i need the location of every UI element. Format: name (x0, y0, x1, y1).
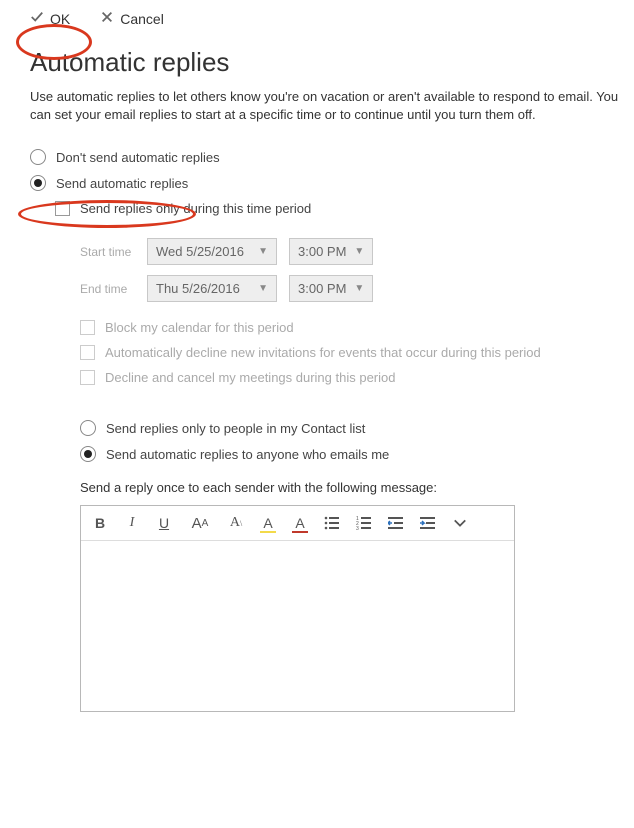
bold-icon[interactable]: B (91, 514, 109, 532)
radio-icon (30, 149, 46, 165)
radio-dont-send-label: Don't send automatic replies (56, 150, 220, 165)
checkbox-time-period[interactable]: Send replies only during this time perio… (55, 201, 634, 216)
checkbox-time-period-label: Send replies only during this time perio… (80, 201, 311, 216)
start-date-value: Wed 5/25/2016 (156, 244, 244, 259)
checkbox-icon (80, 370, 95, 385)
font-size-icon[interactable]: AA (187, 514, 213, 532)
highlight-color-icon[interactable]: A (259, 514, 277, 532)
end-date-value: Thu 5/26/2016 (156, 281, 240, 296)
ok-label: OK (50, 11, 70, 27)
italic-icon[interactable]: I (123, 514, 141, 532)
radio-icon (80, 446, 96, 462)
checkbox-decline-cancel[interactable]: Decline and cancel my meetings during th… (80, 370, 634, 385)
checkbox-decline-new-label: Automatically decline new invitations fo… (105, 345, 541, 360)
message-editor: B I U AA A\ A A 123 (80, 505, 515, 712)
end-date-dropdown[interactable]: Thu 5/26/2016 ▼ (147, 275, 277, 302)
check-icon (30, 10, 44, 27)
bullet-list-icon[interactable] (323, 514, 341, 532)
more-options-icon[interactable] (451, 514, 469, 532)
editor-toolbar: B I U AA A\ A A 123 (81, 506, 514, 541)
indent-icon[interactable] (419, 514, 437, 532)
message-label: Send a reply once to each sender with th… (80, 480, 634, 495)
checkbox-icon (55, 201, 70, 216)
chevron-down-icon: ▼ (258, 246, 268, 257)
page-description: Use automatic replies to let others know… (30, 88, 634, 124)
ok-button[interactable]: OK (30, 10, 70, 27)
chevron-down-icon: ▼ (354, 246, 364, 257)
font-style-icon[interactable]: A\ (227, 514, 245, 532)
end-time-dropdown[interactable]: 3:00 PM ▼ (289, 275, 373, 302)
radio-contacts-only-label: Send replies only to people in my Contac… (106, 421, 365, 436)
radio-send[interactable]: Send automatic replies (30, 175, 634, 191)
font-color-icon[interactable]: A (291, 514, 309, 532)
start-time-label: Start time (80, 245, 135, 259)
checkbox-decline-new[interactable]: Automatically decline new invitations fo… (80, 345, 634, 360)
radio-send-label: Send automatic replies (56, 176, 188, 191)
number-list-icon[interactable]: 123 (355, 514, 373, 532)
start-date-dropdown[interactable]: Wed 5/25/2016 ▼ (147, 238, 277, 265)
underline-icon[interactable]: U (155, 514, 173, 532)
radio-icon (80, 420, 96, 436)
checkbox-decline-cancel-label: Decline and cancel my meetings during th… (105, 370, 396, 385)
cancel-label: Cancel (120, 11, 164, 27)
radio-icon (30, 175, 46, 191)
radio-contacts-only[interactable]: Send replies only to people in my Contac… (80, 420, 634, 436)
close-icon (100, 10, 114, 27)
start-time-value: 3:00 PM (298, 244, 346, 259)
page-title: Automatic replies (30, 47, 634, 78)
radio-dont-send[interactable]: Don't send automatic replies (30, 149, 634, 165)
chevron-down-icon: ▼ (354, 283, 364, 294)
svg-text:3: 3 (356, 526, 359, 531)
cancel-button[interactable]: Cancel (100, 10, 164, 27)
radio-anyone-label: Send automatic replies to anyone who ema… (106, 447, 389, 462)
color-swatch (292, 531, 308, 533)
message-textarea[interactable] (81, 541, 514, 711)
start-time-dropdown[interactable]: 3:00 PM ▼ (289, 238, 373, 265)
outdent-icon[interactable] (387, 514, 405, 532)
checkbox-icon (80, 320, 95, 335)
color-swatch (260, 531, 276, 533)
checkbox-icon (80, 345, 95, 360)
end-time-value: 3:00 PM (298, 281, 346, 296)
chevron-down-icon: ▼ (258, 283, 268, 294)
radio-anyone[interactable]: Send automatic replies to anyone who ema… (80, 446, 634, 462)
checkbox-block-calendar-label: Block my calendar for this period (105, 320, 294, 335)
checkbox-block-calendar[interactable]: Block my calendar for this period (80, 320, 634, 335)
end-time-label: End time (80, 282, 135, 296)
